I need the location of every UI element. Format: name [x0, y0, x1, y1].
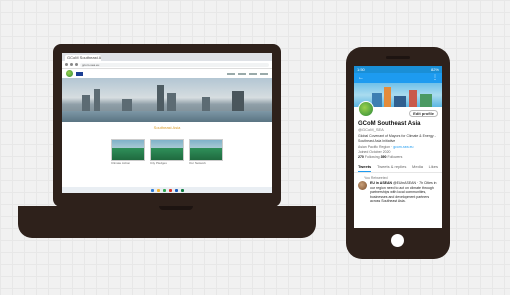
- content-card[interactable]: City Pledges: [150, 139, 184, 169]
- browser-icon[interactable]: [162, 188, 166, 192]
- card-image: [150, 139, 184, 161]
- laptop-base: [18, 206, 316, 238]
- os-taskbar: [62, 187, 272, 193]
- tab-likes[interactable]: Likes: [429, 164, 438, 172]
- status-bar: 1:50 82%: [354, 66, 442, 73]
- following-count[interactable]: 270: [358, 155, 364, 159]
- folder-icon[interactable]: [156, 188, 160, 192]
- following-label[interactable]: Following: [365, 155, 380, 159]
- reload-icon[interactable]: [75, 63, 78, 66]
- followers-label[interactable]: Followers: [387, 155, 402, 159]
- nav-link[interactable]: [227, 72, 235, 75]
- card-title: City Pledges: [150, 161, 167, 165]
- profile-bio: Global Covenant of Mayors for Climate & …: [358, 134, 436, 143]
- tweet-body: EU in ASEAN @EUinASEAN · 7h Cities in ou…: [358, 181, 438, 204]
- start-icon[interactable]: [150, 188, 154, 192]
- laptop-screen: GCoM Southeast Asia gcom-sea.eu: [62, 53, 272, 193]
- nav-link[interactable]: [249, 72, 257, 75]
- home-button[interactable]: [391, 234, 404, 247]
- gcom-logo-icon[interactable]: [66, 70, 73, 77]
- banner-building: [372, 93, 382, 107]
- harbor-water: [62, 111, 272, 122]
- profile-tabs: Tweets Tweets & replies Media Likes: [354, 160, 442, 173]
- site-header: [62, 69, 272, 78]
- skyline-building: [157, 85, 164, 113]
- site-nav: [227, 72, 268, 75]
- profile-avatar[interactable]: [358, 101, 374, 117]
- browser-toolbar: gcom-sea.eu: [62, 61, 272, 69]
- status-time: 1:50: [357, 67, 365, 72]
- tab-tweets-replies[interactable]: Tweets & replies: [377, 164, 406, 172]
- app-icon[interactable]: [168, 188, 172, 192]
- device-mockup-scene: GCoM Southeast Asia gcom-sea.eu: [0, 0, 510, 295]
- nav-link[interactable]: [260, 72, 268, 75]
- profile-link[interactable]: gcom-sea.eu: [393, 145, 413, 149]
- card-row: Climate Action City Pledges Our Network: [62, 139, 272, 169]
- app-icon[interactable]: [174, 188, 178, 192]
- location-text: Asian Pacific Region: [358, 145, 391, 149]
- tweet-author-avatar[interactable]: [358, 181, 367, 190]
- tweet-content: EU in ASEAN @EUinASEAN · 7h Cities in ou…: [370, 181, 438, 204]
- card-image: [111, 139, 145, 161]
- content-card[interactable]: Our Network: [189, 139, 223, 169]
- phone-mockup: 1:50 82% ← ⋮ Edit profile GCoM Southeast…: [346, 47, 450, 259]
- tweet-handle: @EUinASEAN · 7h: [393, 181, 424, 185]
- hero-city-image: [62, 78, 272, 122]
- address-bar[interactable]: gcom-sea.eu: [80, 62, 269, 67]
- skyline-building: [94, 89, 100, 113]
- more-options-icon[interactable]: ⋮: [432, 75, 438, 81]
- banner-building: [409, 90, 417, 107]
- edit-profile-button[interactable]: Edit profile: [409, 110, 438, 117]
- eu-flag-icon: [76, 71, 83, 76]
- banner-building: [384, 87, 391, 107]
- tweet-item[interactable]: You Retweeted EU in ASEAN @EUinASEAN · 7…: [354, 173, 442, 207]
- card-title: Our Network: [189, 161, 206, 165]
- phone-speaker: [386, 56, 410, 59]
- laptop-notch: [159, 206, 193, 210]
- app-icon[interactable]: [180, 188, 184, 192]
- browser-tab-strip: GCoM Southeast Asia: [62, 53, 272, 61]
- card-title: Climate Action: [111, 161, 131, 165]
- skyline-building: [232, 91, 244, 113]
- hero-caption: Southeast Asia: [153, 125, 181, 130]
- skyline-building: [167, 93, 176, 113]
- battery-status: 82%: [430, 67, 439, 72]
- content-card[interactable]: Climate Action: [111, 139, 145, 169]
- phone-screen: 1:50 82% ← ⋮ Edit profile GCoM Southeast…: [354, 66, 442, 228]
- tab-media[interactable]: Media: [412, 164, 423, 172]
- laptop-mockup: GCoM Southeast Asia gcom-sea.eu: [53, 44, 281, 207]
- card-image: [189, 139, 223, 161]
- followers-count[interactable]: 390: [381, 155, 387, 159]
- banner-building: [420, 94, 432, 107]
- tab-tweets[interactable]: Tweets: [358, 164, 372, 172]
- back-arrow-icon[interactable]: ←: [358, 75, 364, 81]
- app-bar: ← ⋮: [354, 73, 442, 83]
- nav-link[interactable]: [238, 72, 246, 75]
- banner-building: [394, 96, 406, 107]
- retweet-indicator: You Retweeted: [364, 176, 388, 180]
- forward-icon[interactable]: [70, 63, 73, 66]
- back-icon[interactable]: [65, 63, 68, 66]
- profile-header: Edit profile: [354, 101, 442, 121]
- tweet-author[interactable]: EU in ASEAN: [370, 181, 392, 185]
- browser-tab[interactable]: GCoM Southeast Asia: [65, 55, 101, 61]
